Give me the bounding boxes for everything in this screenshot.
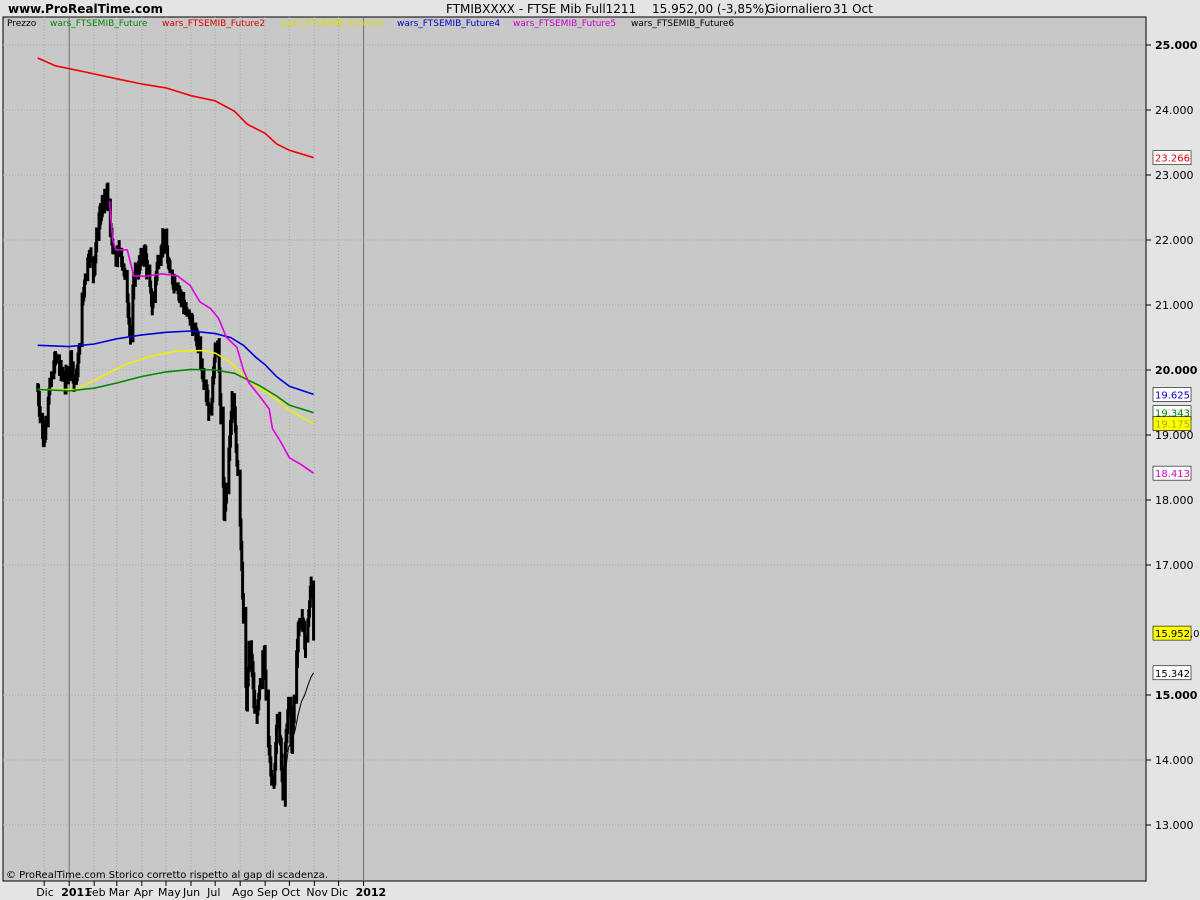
value-label: 19.175 — [1155, 420, 1190, 431]
x-tick-label: Dic — [331, 886, 349, 899]
legend-item: wars_FTSEMIB_Future4 — [397, 19, 500, 29]
y-tick-label: 15.000 — [1155, 689, 1198, 702]
y-tick-label: 24.000 — [1155, 104, 1194, 117]
y-tick-label: 21.000 — [1155, 299, 1194, 312]
legend-item: wars_FTSEMIB_Future5 — [513, 19, 616, 29]
x-tick-label: May — [158, 886, 181, 899]
legend-item: wars_FTSEMIB_Future2 — [162, 19, 265, 29]
y-tick-label: 22.000 — [1155, 234, 1194, 247]
instrument-title: FTMIBXXXX - FTSE Mib Full1211 — [446, 2, 636, 16]
value-label: 23.266 — [1155, 154, 1190, 165]
y-tick-label: 19.000 — [1155, 429, 1194, 442]
price-change: 15.952,00 (-3,85%) — [652, 2, 769, 16]
copyright-note: © ProRealTime.com Storico corretto rispe… — [6, 870, 328, 881]
value-label: 15.342 — [1155, 669, 1190, 680]
x-tick-label: Oct — [281, 886, 301, 899]
x-tick-label: Sep — [257, 886, 278, 899]
value-label: 19.625 — [1155, 390, 1190, 401]
y-tick-label: 14.000 — [1155, 754, 1194, 767]
x-tick-label: Jun — [182, 886, 200, 899]
site-url[interactable]: www.ProRealTime.com — [8, 2, 163, 16]
x-tick-label: Nov — [306, 886, 328, 899]
y-tick-label: 18.000 — [1155, 494, 1194, 507]
x-tick-label: Mar — [109, 886, 130, 899]
x-tick-label: Ago — [232, 886, 254, 899]
y-tick-label: 13.000 — [1155, 819, 1194, 832]
plot-area[interactable] — [2, 16, 1147, 882]
legend-item: Prezzo — [7, 19, 37, 29]
x-axis: Dic 2011Feb Mar Apr May Jun Jul Ago Sep Oct Nov Dic… — [36, 881, 386, 899]
value-label: 18.413 — [1155, 469, 1190, 480]
y-tick-label: 25.000 — [1155, 39, 1198, 52]
last-value-labels: 23.26619.62519.34319.17518.41315.952,015… — [1152, 150, 1200, 681]
x-tick-label: Jul — [206, 886, 220, 899]
price-chart[interactable]: www.ProRealTime.com FTMIBXXXX - FTSE Mib… — [0, 0, 1200, 900]
x-tick-label: Feb — [86, 886, 105, 899]
x-tick-label: 2012 — [356, 886, 387, 899]
y-tick-label: 20.000 — [1155, 364, 1198, 377]
y-tick-label: 23.000 — [1155, 169, 1194, 182]
timeframe: Giornaliero — [766, 2, 832, 16]
y-tick-label: 17.000 — [1155, 559, 1194, 572]
x-tick-label: Apr — [134, 886, 154, 899]
legend-item: wars_FTSEMIB_Future6 — [631, 19, 734, 29]
chart-window: www.ProRealTime.com FTMIBXXXX - FTSE Mib… — [0, 0, 1200, 900]
x-tick-label: Dic — [36, 886, 54, 899]
value-label: 15.952,0 — [1155, 629, 1200, 640]
date: 31 Oct — [833, 2, 873, 16]
legend-item: wars_FTSEMIB_Future3 — [280, 19, 383, 29]
legend-item: wars_FTSEMIB_Future — [50, 19, 148, 29]
